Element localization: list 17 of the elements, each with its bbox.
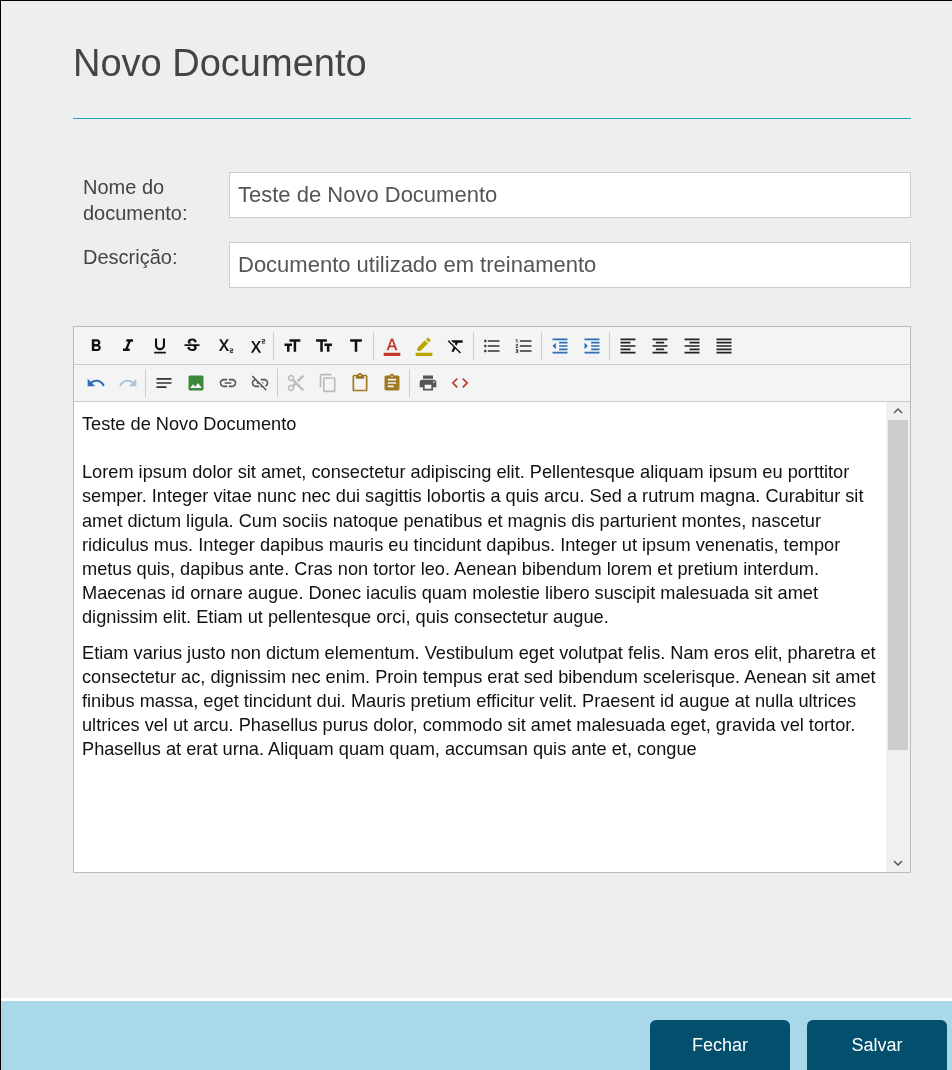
document-paragraph: Lorem ipsum dolor sit amet, consectetur adipiscing elit. Pellentesque aliquam ipsum eu porttitor semper. Integer vitae nunc nec dui sagittis lobortis a quis arcu. Sed a rutrum magna. Curabitur sit amet dictum ligula. Cum sociis natoque penatibus et magnis dis parturient montes, nascetur ridiculus mus. Integer dapibus mauris eu tincidunt dapibus. Integer ut ipsum venenatis, tempor metus quis, dapibus ante. Cras non tortor leo. Aenean bibendum lorem et pretium interdum. Maecenas id ornare augue. Donec iaculis quam molestie libero suscipit malesuada sit amet dignissim elit. Etiam ut pellentesque orci, quis consectetur augue. (82, 461, 865, 630)
scrollbar-thumb[interactable] (888, 420, 908, 750)
document-paragraph: Etiam varius justo non dictum elementum. Vestibulum eget volutpat felis. Nam eros elit, pharetra et consectetur ac, dignissim nec enim. Proin tempus erat sed bibendum scelerisque. Aenean sit amet finibus massa, eget tincidunt dui. Mauris pretium efficitur velit. Praesent id augue at nulla ultrices ultrices vel ut arcu. Phasellus purus dolor, commodo sit amet malesuada eget, gravida vel tortor. Phasellus at erat urna. Aliquam quam quam, accumsan quis ante et, congue (82, 641, 877, 762)
unlink-icon (249, 373, 270, 393)
text-field[interactable]: Teste de Novo Documento (229, 172, 911, 218)
field-label: Descrição: (82, 245, 179, 270)
scissors-icon (285, 373, 306, 393)
highlighter-icon (413, 335, 434, 356)
text-field[interactable]: Documento utilizado em treinamento (229, 242, 911, 288)
dialog-button[interactable]: Fechar (650, 1020, 790, 1070)
dialog-button[interactable]: Salvar (807, 1020, 947, 1070)
document-heading: Teste de Novo Documento (82, 413, 298, 436)
field-label: Nome do documento: (82, 175, 189, 226)
dialog-title: Novo Documento (73, 41, 368, 86)
copy-icon (317, 373, 338, 393)
printer-icon (417, 373, 438, 393)
scrollbar[interactable] (886, 402, 910, 872)
